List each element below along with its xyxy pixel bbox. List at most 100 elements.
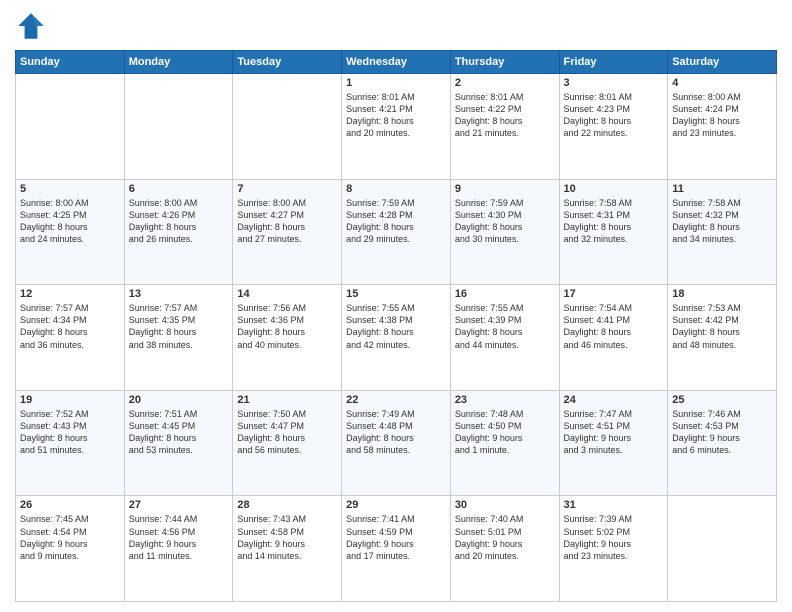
cell-text-line: and 3 minutes.: [564, 444, 664, 456]
cell-text-line: Daylight: 8 hours: [237, 221, 337, 233]
weekday-header-sunday: Sunday: [16, 51, 125, 74]
cell-text-line: Sunset: 4:39 PM: [455, 314, 555, 326]
cell-text-line: and 48 minutes.: [672, 339, 772, 351]
day-number: 18: [672, 288, 772, 300]
calendar-cell: [668, 496, 777, 602]
cell-text-line: Sunset: 4:34 PM: [20, 314, 120, 326]
week-row-1: 1Sunrise: 8:01 AMSunset: 4:21 PMDaylight…: [16, 74, 777, 180]
day-number: 3: [564, 77, 664, 89]
day-number: 20: [129, 394, 229, 406]
cell-text-line: Daylight: 8 hours: [346, 115, 446, 127]
cell-text-line: and 34 minutes.: [672, 233, 772, 245]
cell-text-line: Sunset: 4:26 PM: [129, 209, 229, 221]
calendar-cell: 23Sunrise: 7:48 AMSunset: 4:50 PMDayligh…: [450, 390, 559, 496]
week-row-4: 19Sunrise: 7:52 AMSunset: 4:43 PMDayligh…: [16, 390, 777, 496]
cell-text-line: Daylight: 8 hours: [455, 115, 555, 127]
day-number: 21: [237, 394, 337, 406]
calendar-cell: 24Sunrise: 7:47 AMSunset: 4:51 PMDayligh…: [559, 390, 668, 496]
weekday-header-row: SundayMondayTuesdayWednesdayThursdayFrid…: [16, 51, 777, 74]
calendar-cell: 16Sunrise: 7:55 AMSunset: 4:39 PMDayligh…: [450, 285, 559, 391]
cell-text-line: and 53 minutes.: [129, 444, 229, 456]
calendar-cell: 28 Sunrise: 7:43 AMSunset: 4:58 PMDayligh…: [233, 496, 342, 602]
calendar-cell: 19Sunrise: 7:52 AMSunset: 4:43 PMDayligh…: [16, 390, 125, 496]
cell-text-line: and 6 minutes.: [672, 444, 772, 456]
cell-text-line: Daylight: 9 hours: [20, 538, 120, 550]
calendar-cell: [16, 74, 125, 180]
cell-text-line: Daylight: 9 hours: [237, 538, 337, 550]
day-number: 11: [672, 183, 772, 195]
cell-text-line: Daylight: 8 hours: [346, 221, 446, 233]
cell-text-line: and 44 minutes.: [455, 339, 555, 351]
cell-text-line: Sunset: 4:54 PM: [20, 526, 120, 538]
day-number: 24: [564, 394, 664, 406]
cell-text-line: Sunrise: 7:52 AM: [20, 408, 120, 420]
calendar-cell: [233, 74, 342, 180]
logo-icon: [15, 10, 47, 42]
calendar-cell: 1Sunrise: 8:01 AMSunset: 4:21 PMDaylight…: [342, 74, 451, 180]
cell-text-line: Sunrise: 7:41 AM: [346, 513, 446, 525]
cell-text-line: and 29 minutes.: [346, 233, 446, 245]
cell-text-line: Daylight: 9 hours: [346, 538, 446, 550]
cell-text-line: Sunset: 4:41 PM: [564, 314, 664, 326]
day-number: 22: [346, 394, 446, 406]
weekday-header-wednesday: Wednesday: [342, 51, 451, 74]
day-number: 17: [564, 288, 664, 300]
cell-text-line: Daylight: 8 hours: [129, 432, 229, 444]
cell-text-line: Sunset: 4:35 PM: [129, 314, 229, 326]
day-number: 28: [237, 499, 337, 511]
cell-text-line: and 36 minutes.: [20, 339, 120, 351]
day-number: 10: [564, 183, 664, 195]
day-number: 30: [455, 499, 555, 511]
calendar-cell: 18Sunrise: 7:53 AMSunset: 4:42 PMDayligh…: [668, 285, 777, 391]
cell-text-line: Sunrise: 8:01 AM: [564, 91, 664, 103]
cell-text-line: and 9 minutes.: [20, 550, 120, 562]
cell-text-line: and 23 minutes.: [672, 127, 772, 139]
week-row-2: 5Sunrise: 8:00 AMSunset: 4:25 PMDaylight…: [16, 179, 777, 285]
cell-text-line: and 22 minutes.: [564, 127, 664, 139]
cell-text-line: Sunrise: 8:00 AM: [129, 197, 229, 209]
cell-text-line: and 30 minutes.: [455, 233, 555, 245]
cell-text-line: Daylight: 8 hours: [455, 221, 555, 233]
cell-text-line: Sunrise: 7:50 AM: [237, 408, 337, 420]
day-number: 25: [672, 394, 772, 406]
header: [15, 10, 777, 42]
calendar-cell: 4Sunrise: 8:00 AMSunset: 4:24 PMDaylight…: [668, 74, 777, 180]
cell-text-line: Sunrise: 7:55 AM: [455, 302, 555, 314]
cell-text-line: Daylight: 8 hours: [129, 221, 229, 233]
day-number: 19: [20, 394, 120, 406]
cell-text-line: Sunset: 4:21 PM: [346, 103, 446, 115]
calendar-cell: 26Sunrise: 7:45 AMSunset: 4:54 PMDayligh…: [16, 496, 125, 602]
cell-text-line: Sunrise: 7:59 AM: [455, 197, 555, 209]
day-number: 7: [237, 183, 337, 195]
cell-text-line: Sunrise: 7:53 AM: [672, 302, 772, 314]
calendar-cell: 11Sunrise: 7:58 AMSunset: 4:32 PMDayligh…: [668, 179, 777, 285]
cell-text-line: and 42 minutes.: [346, 339, 446, 351]
week-row-3: 12Sunrise: 7:57 AMSunset: 4:34 PMDayligh…: [16, 285, 777, 391]
calendar-cell: 25Sunrise: 7:46 AMSunset: 4:53 PMDayligh…: [668, 390, 777, 496]
logo: [15, 10, 51, 42]
cell-text-line: Sunset: 4:45 PM: [129, 420, 229, 432]
cell-text-line: Sunrise: 8:00 AM: [20, 197, 120, 209]
cell-text-line: Sunset: 4:50 PM: [455, 420, 555, 432]
cell-text-line: Sunrise: 7:58 AM: [672, 197, 772, 209]
cell-text-line: Sunrise: 7:59 AM: [346, 197, 446, 209]
cell-text-line: Sunrise: 7:57 AM: [20, 302, 120, 314]
cell-text-line: Daylight: 8 hours: [20, 326, 120, 338]
cell-text-line: Sunset: 4:58 PM: [237, 526, 337, 538]
calendar-cell: 13Sunrise: 7:57 AMSunset: 4:35 PMDayligh…: [124, 285, 233, 391]
weekday-header-monday: Monday: [124, 51, 233, 74]
calendar-cell: 20Sunrise: 7:51 AMSunset: 4:45 PMDayligh…: [124, 390, 233, 496]
cell-text-line: Sunset: 5:02 PM: [564, 526, 664, 538]
cell-text-line: Sunrise: 7:48 AM: [455, 408, 555, 420]
calendar-cell: 10Sunrise: 7:58 AMSunset: 4:31 PMDayligh…: [559, 179, 668, 285]
cell-text-line: and 14 minutes.: [237, 550, 337, 562]
day-number: 12: [20, 288, 120, 300]
weekday-header-tuesday: Tuesday: [233, 51, 342, 74]
cell-text-line: Daylight: 8 hours: [564, 326, 664, 338]
day-number: 27: [129, 499, 229, 511]
cell-text-line: Sunrise: 8:01 AM: [455, 91, 555, 103]
cell-text-line: Sunrise: 7:43 AM: [237, 513, 337, 525]
calendar-cell: 27Sunrise: 7:44 AMSunset: 4:56 PMDayligh…: [124, 496, 233, 602]
cell-text-line: Daylight: 8 hours: [455, 326, 555, 338]
cell-text-line: and 56 minutes.: [237, 444, 337, 456]
